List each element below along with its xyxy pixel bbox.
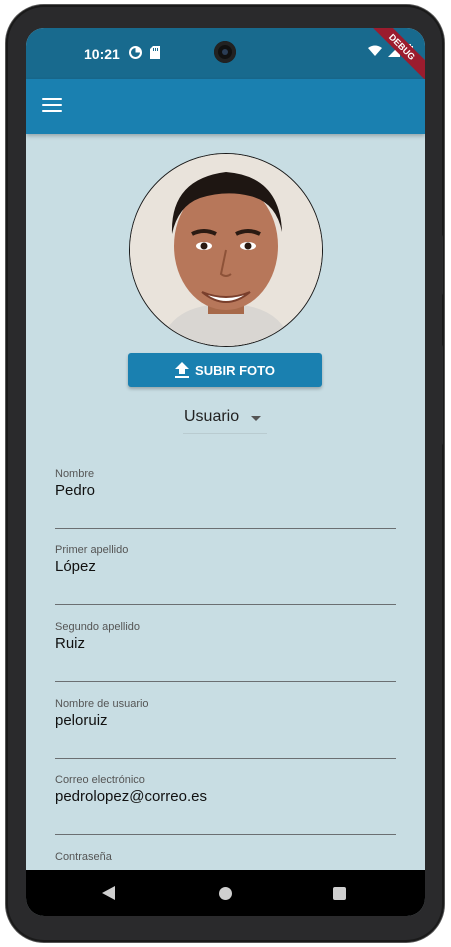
email-field[interactable]: Correo electrónico (55, 774, 396, 835)
role-select[interactable]: Usuario (183, 403, 267, 434)
field-label: Segundo apellido (55, 621, 141, 633)
first-name-input[interactable] (55, 482, 385, 499)
upload-button-label: SUBIR FOTO (195, 362, 275, 378)
chevron-down-icon (251, 416, 261, 421)
app-bar (26, 79, 425, 134)
home-icon[interactable] (219, 887, 232, 900)
app-screen: 10:21 DEBUG SUBIR FOTO Usuario Nombre Pe… (26, 28, 425, 916)
first-surname-field[interactable]: Primer apellido (55, 544, 396, 605)
username-input[interactable] (55, 712, 385, 729)
face-image (130, 154, 322, 346)
volume-button (438, 345, 443, 445)
role-select-value: Usuario (184, 408, 240, 425)
first-name-field[interactable]: Nombre (55, 468, 396, 529)
field-label: Nombre (55, 468, 95, 480)
sd-card-icon (150, 46, 160, 59)
first-surname-input[interactable] (55, 558, 385, 575)
system-nav-bar (26, 870, 425, 916)
upload-icon (175, 362, 190, 378)
field-label: Correo electrónico (55, 774, 145, 786)
status-time: 10:21 (84, 46, 120, 62)
second-surname-field[interactable]: Segundo apellido (55, 621, 396, 682)
front-camera (214, 41, 236, 63)
second-surname-input[interactable] (55, 635, 385, 652)
username-field[interactable]: Nombre de usuario (55, 698, 396, 759)
field-label: Contraseña (55, 851, 112, 863)
recent-apps-icon[interactable] (333, 887, 346, 900)
back-icon[interactable] (102, 886, 115, 900)
power-button (438, 235, 443, 295)
sync-icon (129, 46, 142, 59)
status-bar: 10:21 DEBUG (26, 28, 425, 84)
upload-photo-button[interactable]: SUBIR FOTO (128, 353, 322, 387)
field-label: Primer apellido (55, 544, 129, 556)
notification-icons (129, 46, 160, 59)
profile-photo (129, 153, 323, 347)
wifi-icon (368, 45, 382, 56)
email-input[interactable] (55, 788, 385, 805)
field-label: Nombre de usuario (55, 698, 149, 710)
menu-icon[interactable] (42, 98, 62, 114)
